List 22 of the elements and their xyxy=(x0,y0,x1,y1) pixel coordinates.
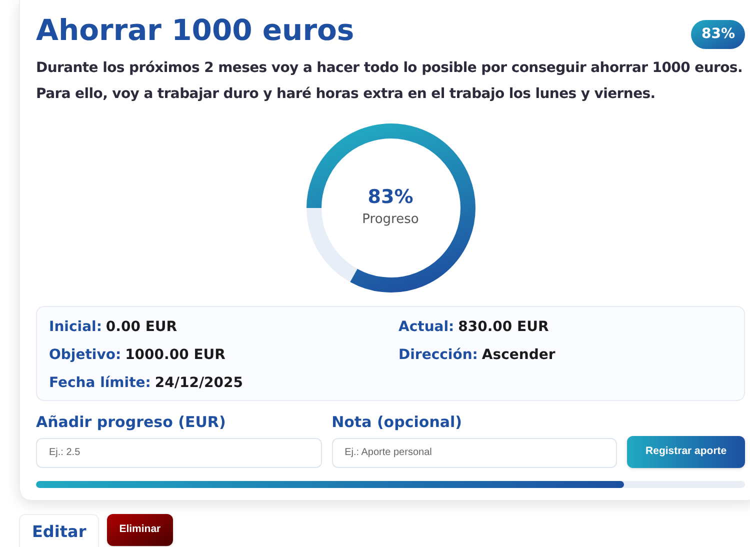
input-field[interactable]: Ej.: Aporte personal xyxy=(332,438,618,468)
input-field[interactable]: Ej.: 2.5 xyxy=(36,438,322,468)
detail-label: Objetivo: xyxy=(49,346,122,365)
edit-button[interactable]: Editar xyxy=(19,514,100,547)
detail-label: Inicial: xyxy=(49,318,102,337)
detail-value: 0.00 EUR xyxy=(106,318,178,337)
goal-title: Ahorrar 1000 euros xyxy=(36,12,354,48)
donut-percentage: 83% xyxy=(368,186,414,210)
detail-value: 1000.00 EUR xyxy=(125,346,226,365)
percentage-badge: 83% xyxy=(691,20,745,49)
detail-label: Dirección: xyxy=(398,346,478,365)
detail-label: Actual: xyxy=(398,318,454,337)
register-button[interactable]: Registrar aporte xyxy=(627,436,745,468)
detail-value: 24/12/2025 xyxy=(154,374,244,393)
detail-value: 830.00 EUR xyxy=(458,318,549,337)
delete-button[interactable]: Eliminar xyxy=(107,514,173,546)
field-label: Añadir progreso (EUR) xyxy=(36,412,227,433)
detail-value: Ascender xyxy=(482,346,556,365)
donut-label: Progreso xyxy=(362,211,419,230)
goal-description: Durante los próximos 2 meses voy a hacer todo lo posible por conseguir ahorrar 1000 euros. Para ello, voy a trabajar duro y haré horas extra en el trabajo los lunes y viernes. xyxy=(36,59,744,104)
field-label: Nota (opcional) xyxy=(332,412,463,433)
detail-label: Fecha límite: xyxy=(49,374,151,393)
